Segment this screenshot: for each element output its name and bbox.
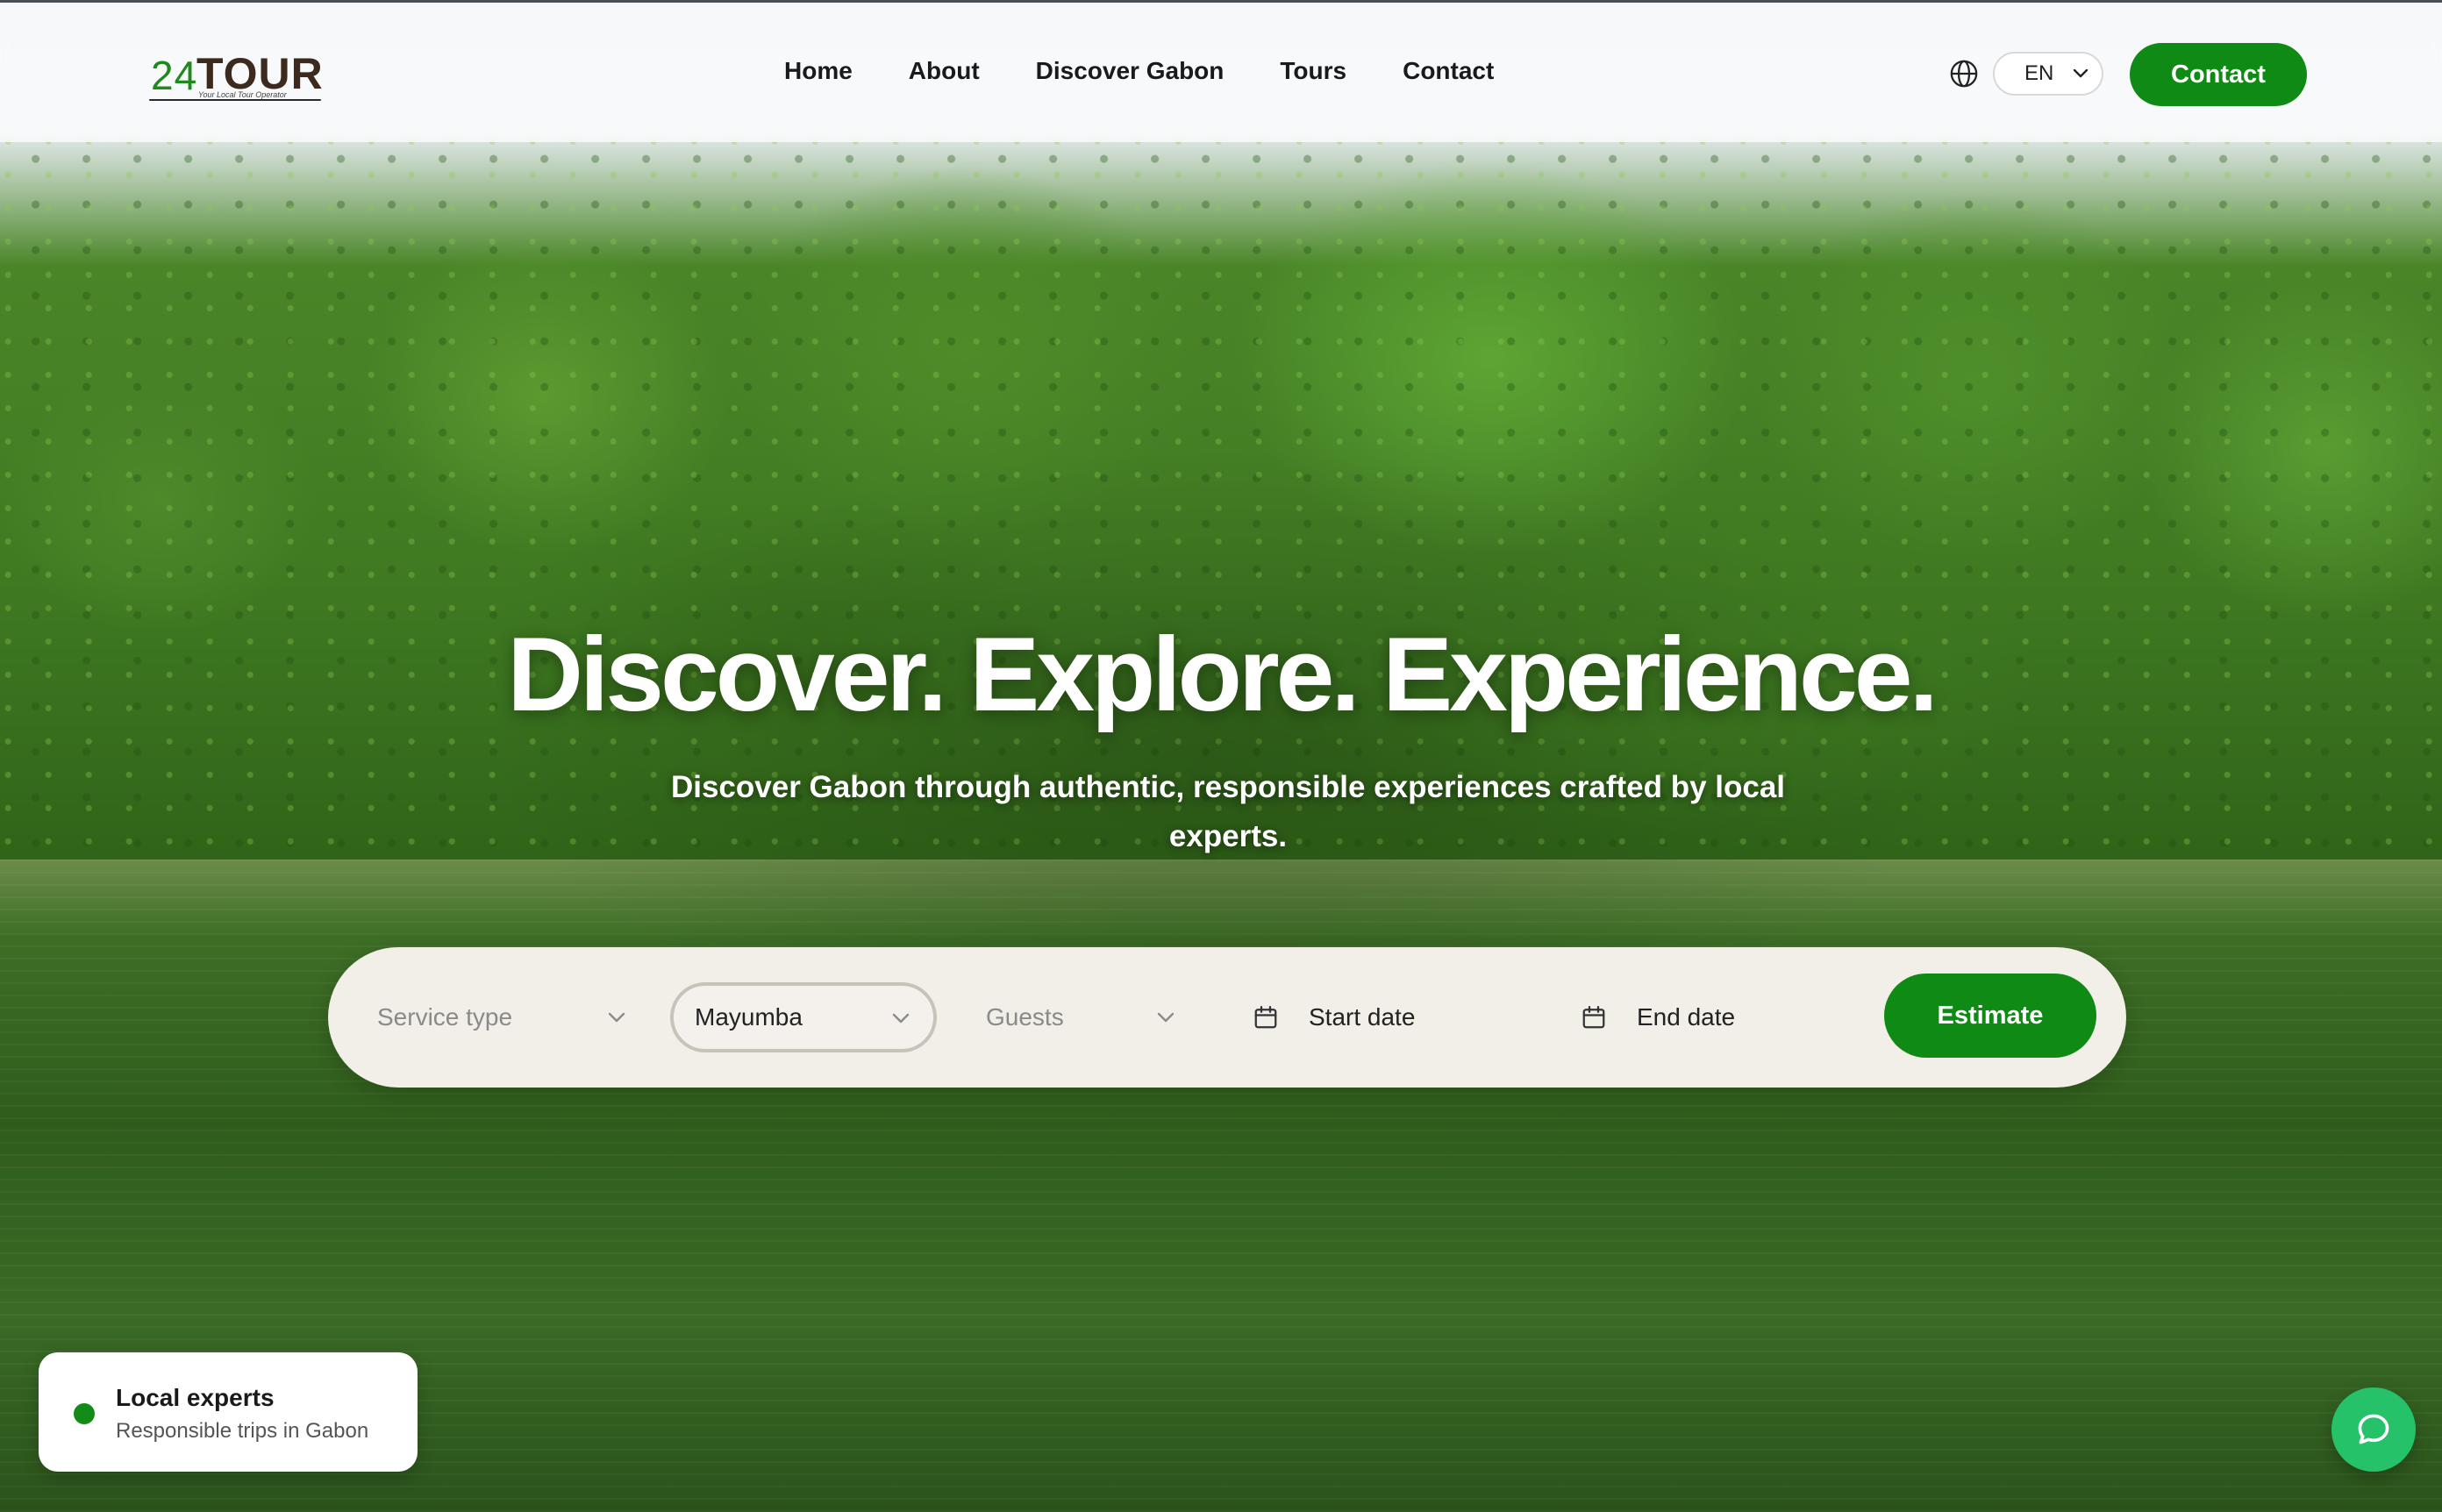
end-date-label: End date (1637, 1003, 1736, 1031)
logo-underline (149, 99, 321, 101)
globe-icon[interactable] (1949, 59, 1979, 89)
trip-search-bar: Service type Mayumba Guests Start date E… (328, 947, 2126, 1088)
badge-title: Local experts (116, 1384, 275, 1411)
end-date-field[interactable]: End date (1581, 982, 1800, 1052)
service-type-label: Service type (377, 1003, 513, 1031)
nav-home[interactable]: Home (784, 57, 853, 85)
hero-background (0, 0, 2442, 1512)
chat-bubble-icon (2358, 1414, 2389, 1444)
hero-shade (0, 0, 2442, 1512)
service-type-select[interactable]: Service type (377, 982, 626, 1052)
calendar-icon (1254, 1006, 1277, 1029)
destination-select[interactable]: Mayumba (670, 982, 937, 1052)
chevron-down-icon (2073, 68, 2089, 78)
start-date-label: Start date (1309, 1003, 1416, 1031)
hero-subline: Discover Gabon through authentic, respon… (670, 770, 1786, 853)
destination-value: Mayumba (695, 1003, 803, 1031)
start-date-field[interactable]: Start date (1253, 982, 1472, 1052)
status-dot (74, 1403, 95, 1424)
logo-number: 24 (151, 53, 198, 98)
contact-button[interactable]: Contact (2130, 43, 2307, 106)
calendar-icon (1582, 1006, 1605, 1029)
site-header: 24 TOUR Your Local Tour Operator Home Ab… (0, 0, 2442, 142)
chevron-down-icon (892, 1013, 910, 1023)
language-select[interactable]: EN (1993, 52, 2103, 96)
guests-label: Guests (986, 1003, 1064, 1031)
chat-button[interactable] (2331, 1387, 2416, 1472)
main-nav: Home About Discover Gabon Tours Contact (784, 57, 1494, 85)
hero-headline: Discover. Explore. Experience. (507, 616, 1939, 733)
badge-subtitle: Responsible trips in Gabon (116, 1419, 369, 1443)
guests-select[interactable]: Guests (986, 982, 1175, 1052)
chevron-down-icon (1157, 1012, 1175, 1023)
nav-discover-gabon[interactable]: Discover Gabon (1036, 57, 1225, 85)
logo-tagline: Your Local Tour Operator (198, 90, 287, 99)
brand-logo[interactable]: 24 TOUR Your Local Tour Operator (147, 46, 323, 104)
estimate-button[interactable]: Estimate (1884, 974, 2096, 1058)
chevron-down-icon (608, 1012, 625, 1023)
language-value: EN (2024, 61, 2054, 85)
local-experts-badge: Local experts Responsible trips in Gabon (39, 1352, 418, 1472)
nav-tours[interactable]: Tours (1280, 57, 1346, 85)
nav-about[interactable]: About (909, 57, 980, 85)
nav-contact[interactable]: Contact (1403, 57, 1494, 85)
